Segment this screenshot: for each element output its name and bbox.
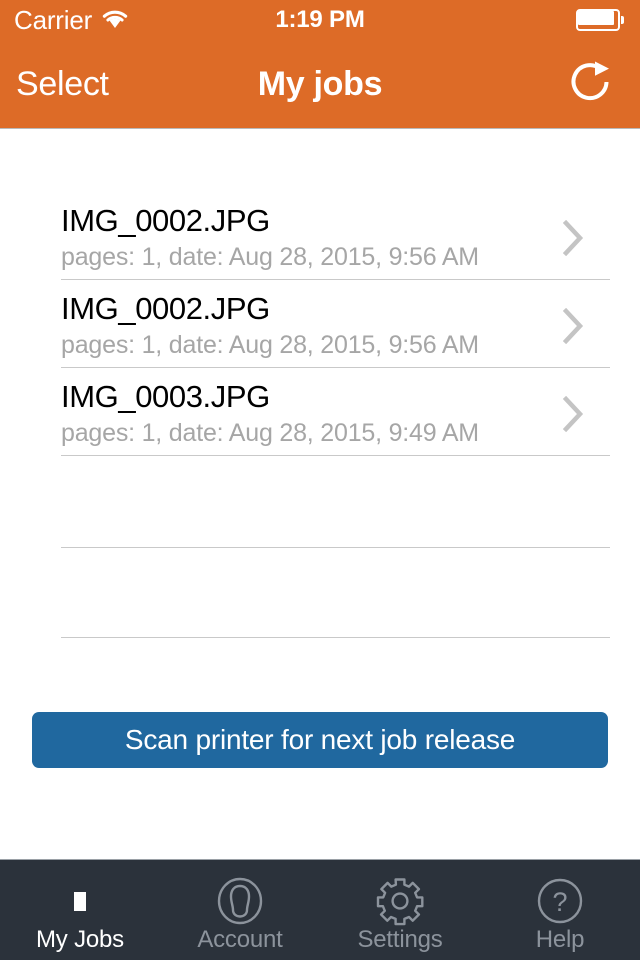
list-stack-icon: [56, 877, 104, 925]
tab-label-account: Account: [197, 926, 283, 953]
clock-label: 1:19 PM: [275, 6, 365, 33]
person-circle-icon: [216, 877, 264, 925]
app-screen: Carrier 1:19 PM Select My jobs IMG_0002.…: [0, 0, 640, 960]
navigation-bar: Select My jobs: [0, 40, 640, 129]
table-row[interactable]: IMG_0002.JPG pages: 1, date: Aug 28, 2015…: [0, 280, 640, 368]
battery-icon: [576, 9, 624, 31]
refresh-button[interactable]: [560, 40, 626, 128]
gear-icon: [375, 877, 425, 926]
empty-list-row: [0, 458, 640, 548]
tab-label-my-jobs: My Jobs: [36, 926, 124, 953]
table-row[interactable]: IMG_0003.JPG pages: 1, date: Aug 28, 2015…: [0, 368, 640, 456]
tab-my-jobs[interactable]: My Jobs: [0, 860, 160, 960]
page-title: My jobs: [257, 64, 383, 103]
status-bar: Carrier 1:19 PM: [0, 0, 640, 40]
job-name: IMG_0003.JPG: [61, 379, 270, 414]
tab-label-help: Help: [535, 926, 585, 953]
tab-label-settings: Settings: [357, 926, 443, 953]
job-meta: pages: 1, date: Aug 28, 2015, 9:56 AM: [61, 331, 479, 359]
row-separator: [61, 455, 610, 456]
tab-help[interactable]: ? Help: [480, 860, 640, 960]
row-separator: [61, 637, 610, 638]
job-meta: pages: 1, date: Aug 28, 2015, 9:49 AM: [61, 419, 479, 447]
question-circle-icon: ?: [536, 877, 584, 925]
scan-printer-button[interactable]: Scan printer for next job release: [32, 712, 608, 768]
svg-text:?: ?: [552, 887, 567, 917]
table-row[interactable]: IMG_0002.JPG pages: 1, date: Aug 28, 2015…: [0, 192, 640, 280]
job-name: IMG_0002.JPG: [61, 291, 270, 326]
status-bar-right: [576, 0, 624, 40]
chevron-right-icon: [562, 219, 585, 261]
chevron-right-icon: [562, 307, 585, 349]
refresh-icon: [571, 60, 615, 109]
tab-account[interactable]: Account: [160, 860, 320, 960]
empty-list-row: [0, 548, 640, 638]
tab-bar: My Jobs Account Settings ? Help: [0, 859, 640, 960]
job-name: IMG_0002.JPG: [61, 203, 270, 238]
chevron-right-icon: [562, 395, 585, 437]
tab-settings[interactable]: Settings: [320, 860, 480, 960]
job-meta: pages: 1, date: Aug 28, 2015, 9:56 AM: [61, 243, 479, 271]
